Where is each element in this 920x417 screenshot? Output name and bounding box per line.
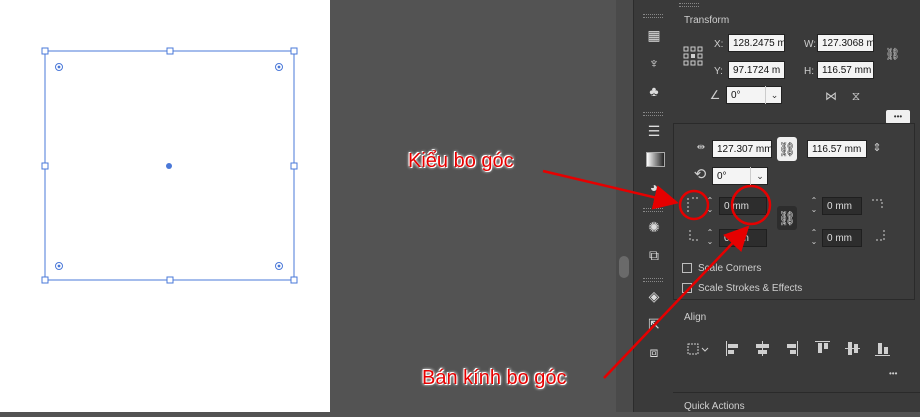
annotation-overlay	[542, 169, 772, 379]
corner-radius-arrow	[603, 225, 750, 379]
corner-type-arrow	[542, 169, 679, 210]
corner-radius-highlight	[730, 184, 772, 226]
corner-type-annotation: Kiểu bo góc	[408, 150, 514, 172]
corner-type-highlight	[678, 189, 710, 221]
corner-radius-annotation: Bán kính bo góc	[422, 367, 567, 389]
